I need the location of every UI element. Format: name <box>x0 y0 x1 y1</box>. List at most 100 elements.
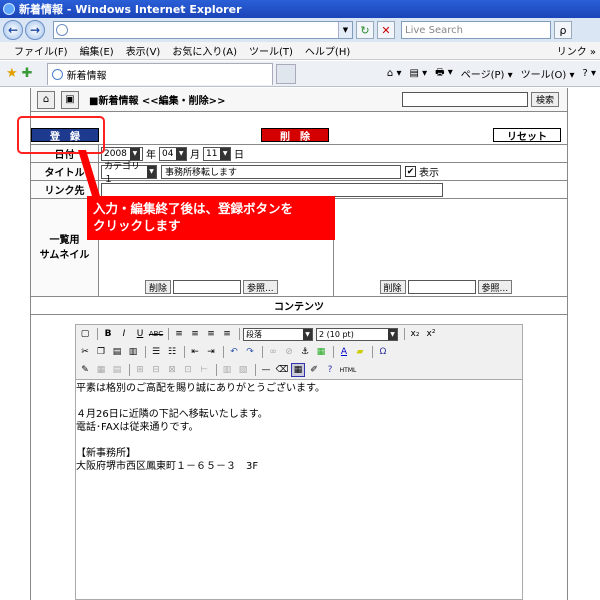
align-center-icon[interactable]: ≡ <box>188 327 202 341</box>
table-delete-icon[interactable]: ⊠ <box>165 363 179 377</box>
new-document-icon[interactable]: ▢ <box>78 327 92 341</box>
cleanup-icon[interactable]: ✐ <box>307 363 321 377</box>
home-icon[interactable]: ⌂ <box>37 90 55 109</box>
redo-icon[interactable]: ↷ <box>243 345 257 359</box>
editor-line: 電話･FAXは従来通りです。 <box>76 422 199 433</box>
paste-text-icon[interactable]: ▥ <box>126 345 140 359</box>
add-favorite-icon[interactable]: ✚ <box>22 66 33 81</box>
title-label: タイトル <box>31 163 99 180</box>
bold-icon[interactable]: B <box>101 327 115 341</box>
thumbnail-1-file-input[interactable] <box>173 280 242 294</box>
day-unit: 日 <box>234 150 244 161</box>
indent-icon[interactable]: ⇥ <box>204 345 218 359</box>
back-button[interactable]: ← <box>3 20 23 40</box>
page-menu-button[interactable]: ページ(P) ▾ <box>461 66 513 81</box>
edit-icon[interactable]: ✎ <box>78 363 92 377</box>
table-col-before-icon[interactable]: ⊞ <box>133 363 147 377</box>
help-menu-button[interactable]: ? ▾ <box>582 68 596 79</box>
month-select[interactable]: 04 ▼ <box>159 146 187 161</box>
tools-menu-button[interactable]: ツール(O) ▾ <box>521 66 575 81</box>
forward-button[interactable]: → <box>25 20 45 40</box>
editor-body[interactable]: 平素は格別のご高配を賜り誠にありがとうございます。 ４月26日に近隣の下記へ移転… <box>76 379 522 599</box>
format-dropdown[interactable]: 段落 ▼ <box>243 327 313 341</box>
menu-help[interactable]: ヘルプ(H) <box>305 43 350 58</box>
table-split-icon[interactable]: ⊢ <box>197 363 211 377</box>
table-icon[interactable]: ▦ <box>94 363 108 377</box>
callout-line-1: 入力・編集終了後は、登録ボタンを <box>93 201 294 216</box>
horizontal-rule-icon[interactable]: — <box>259 363 273 377</box>
refresh-button[interactable]: ↻ <box>356 21 374 39</box>
live-search-input[interactable]: Live Search <box>401 21 551 39</box>
image-icon[interactable]: ▦ <box>314 345 328 359</box>
special-char-icon[interactable]: Ω <box>376 345 390 359</box>
strikethrough-icon[interactable]: ABC <box>149 327 163 341</box>
menu-tools[interactable]: ツール(T) <box>249 43 293 58</box>
superscript-icon[interactable]: x² <box>424 327 438 341</box>
anchor-icon[interactable]: ⚓ <box>298 345 312 359</box>
cut-icon[interactable]: ✂ <box>78 345 92 359</box>
link-icon[interactable]: ∞ <box>266 345 280 359</box>
reset-button[interactable]: リセット <box>493 128 561 143</box>
highlight-color-icon[interactable]: ▰ <box>353 345 367 359</box>
chevron-down-icon: ▼ <box>176 147 186 160</box>
category-select[interactable]: カテゴリ１ ▼ <box>101 162 157 185</box>
menu-file[interactable]: ファイル(F) <box>14 43 68 58</box>
editor-line: 【新事務所】 <box>76 448 136 459</box>
text-color-icon[interactable]: A <box>337 345 351 359</box>
title-input[interactable]: 事務所移転します <box>161 164 401 179</box>
copy-icon[interactable]: ❐ <box>94 345 108 359</box>
numbered-list-icon[interactable]: ☷ <box>165 345 179 359</box>
chevron-down-icon: ▼ <box>147 165 156 178</box>
thumbnail-1-delete-button[interactable]: 削除 <box>145 280 172 294</box>
subscript-icon[interactable]: x₂ <box>408 327 422 341</box>
paste-icon[interactable]: ▤ <box>110 345 124 359</box>
search-go-button[interactable]: ρ <box>554 21 572 39</box>
html-source-icon[interactable]: HTML <box>339 363 357 377</box>
thumbnail-2-file-input[interactable] <box>407 280 476 294</box>
thumbnail-2-delete-button[interactable]: 削除 <box>379 280 406 294</box>
tab-current[interactable]: 新着情報 <box>46 62 273 85</box>
header-search-button[interactable]: 検索 <box>531 92 559 107</box>
day-select[interactable]: 11 ▼ <box>203 146 231 161</box>
thumbnail-1-browse-button[interactable]: 参照... <box>243 280 278 294</box>
delete-button[interactable]: 削 除 <box>261 128 329 143</box>
editor-toolbar-1: ▢ B I U ABC ≡ ≡ ≡ ≡ 段落 ▼ 2 (10 pt) ▼ x₂ x² <box>76 325 522 343</box>
feeds-button[interactable]: ▤ ▾ <box>409 68 427 79</box>
year-unit: 年 <box>146 150 156 161</box>
address-dropdown-button[interactable]: ▼ <box>338 22 352 38</box>
new-tab-button[interactable] <box>275 63 296 84</box>
link-input[interactable] <box>101 182 443 197</box>
address-bar[interactable]: ▼ <box>53 21 353 39</box>
editor-line: 平素は格別のご高配を賜り誠にありがとうございます。 <box>76 383 325 394</box>
photo-icon[interactable]: ▣ <box>61 90 79 109</box>
eraser-icon[interactable]: ⌫ <box>275 363 289 377</box>
align-right-icon[interactable]: ≡ <box>204 327 218 341</box>
print-button[interactable]: 🖶 ▾ <box>435 65 453 82</box>
links-menu[interactable]: リンク » <box>557 43 596 58</box>
table-row-icon[interactable]: ▤ <box>110 363 124 377</box>
menu-view[interactable]: 表示(V) <box>126 43 161 58</box>
font-size-dropdown[interactable]: 2 (10 pt) ▼ <box>316 327 398 341</box>
menu-favorites[interactable]: お気に入り(A) <box>172 43 237 58</box>
favorites-star-icon[interactable]: ★ <box>6 66 18 81</box>
undo-icon[interactable]: ↶ <box>227 345 241 359</box>
table-props-icon[interactable]: ▥ <box>220 363 234 377</box>
home-button[interactable]: ⌂ ▾ <box>387 68 402 79</box>
table-col-after-icon[interactable]: ⊟ <box>149 363 163 377</box>
visual-aid-icon[interactable]: ▦ <box>291 363 305 377</box>
menu-edit[interactable]: 編集(E) <box>80 43 114 58</box>
unlink-icon[interactable]: ⊘ <box>282 345 296 359</box>
align-left-icon[interactable]: ≡ <box>172 327 186 341</box>
italic-icon[interactable]: I <box>117 327 131 341</box>
cell-props-icon[interactable]: ▧ <box>236 363 250 377</box>
thumbnail-2-browse-button[interactable]: 参照... <box>477 280 513 294</box>
display-checkbox[interactable]: ✔ <box>405 166 416 177</box>
table-merge-icon[interactable]: ⊡ <box>181 363 195 377</box>
underline-icon[interactable]: U <box>133 327 147 341</box>
header-search-input[interactable] <box>402 92 528 107</box>
help-icon[interactable]: ? <box>323 363 337 377</box>
stop-button[interactable]: ✕ <box>377 21 395 39</box>
outdent-icon[interactable]: ⇤ <box>188 345 202 359</box>
align-justify-icon[interactable]: ≡ <box>220 327 234 341</box>
bullet-list-icon[interactable]: ☰ <box>149 345 163 359</box>
